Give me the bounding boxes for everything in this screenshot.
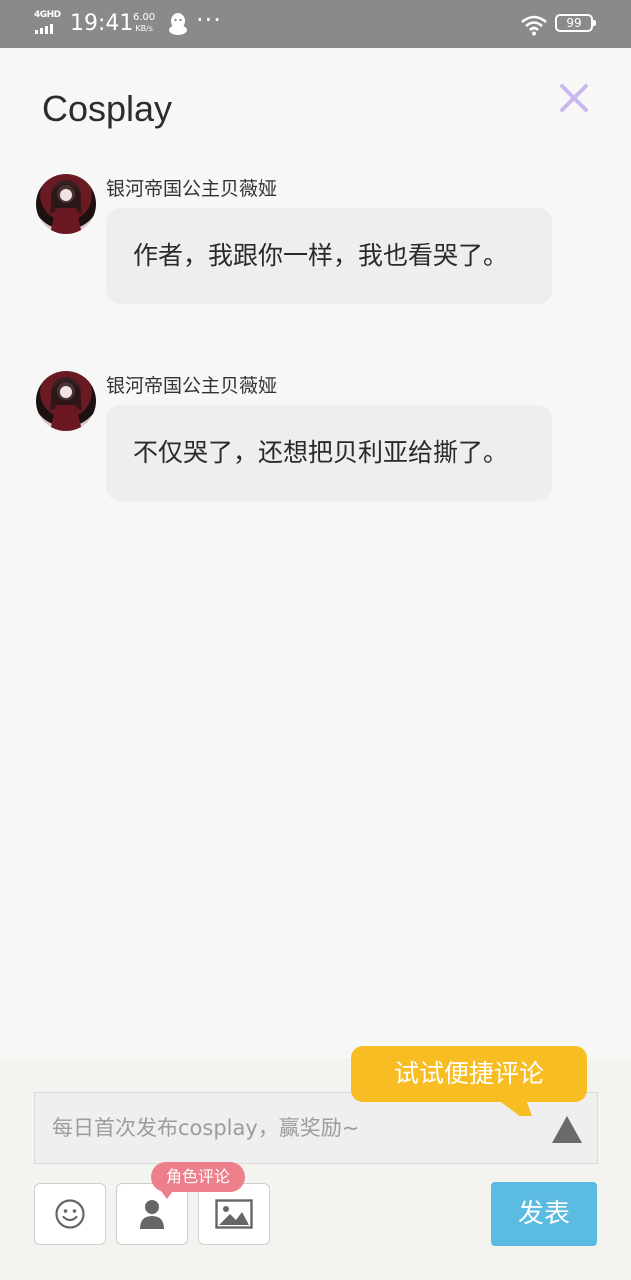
network-speed: 6.00 KB/s [133,12,155,34]
avatar-image [50,184,82,234]
close-icon[interactable] [556,80,592,116]
comment-author[interactable]: 银河帝国公主贝薇娅 [106,373,277,399]
quick-comment-toggle-icon[interactable] [551,1113,583,1145]
avatar[interactable] [36,174,96,234]
role-comment-tag: 角色评论 [151,1162,245,1199]
role-comment-button[interactable] [116,1183,188,1245]
quick-comment-tooltip[interactable]: 试试便捷评论 [351,1046,587,1102]
emoji-button[interactable] [34,1183,106,1245]
avatar[interactable] [36,371,96,431]
battery-icon: 99 [555,14,596,32]
page-title: Cosplay [42,88,173,129]
comment-bubble: 不仅哭了，还想把贝利亚给撕了。 [106,405,552,501]
wifi-icon [521,15,547,36]
speed-unit: KB/s [135,24,153,33]
qq-icon [169,13,187,35]
comment-composer: 每日首次发布cosplay，赢奖励~ 试试便捷评论 角色评论 发表 [0,1046,631,1280]
status-bar: 4GHD 19:41 6.00 KB/s ··· 99 [0,0,631,48]
network-type: 4GHD [34,10,61,20]
person-icon [140,1200,164,1229]
image-icon [215,1199,253,1229]
comment-author[interactable]: 银河帝国公主贝薇娅 [106,176,277,202]
image-button[interactable] [198,1183,270,1245]
comment-input-placeholder: 每日首次发布cosplay，赢奖励~ [52,1116,360,1140]
emoji-icon [55,1199,85,1229]
avatar-image [50,381,82,431]
clock: 19:41 [70,11,134,36]
signal-icon: 4GHD [34,10,64,36]
more-notifications-icon: ··· [196,6,222,34]
speed-value: 6.00 [133,12,156,23]
comment-bubble: 作者，我跟你一样，我也看哭了。 [106,208,552,304]
publish-button[interactable]: 发表 [491,1182,597,1246]
